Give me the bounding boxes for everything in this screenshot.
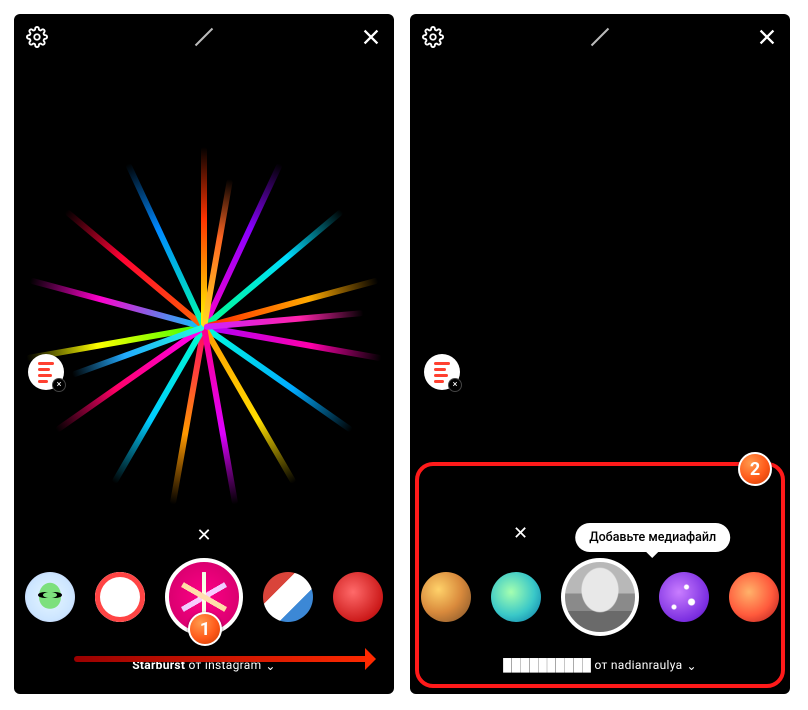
text-sticker-button[interactable]: × xyxy=(28,354,64,390)
effect-attribution[interactable]: ██████████ от nadianraulya⌄ xyxy=(410,658,790,672)
settings-icon[interactable] xyxy=(422,26,444,48)
badge-number: 1 xyxy=(200,619,210,640)
filter-warm-sphere[interactable] xyxy=(421,572,471,622)
attribution-separator: от xyxy=(591,658,611,672)
screenshot-left: × ✕ Starburst от instagram⌄ 1 xyxy=(14,14,394,694)
sticker-remove-icon[interactable]: × xyxy=(448,378,462,392)
effects-carousel[interactable] xyxy=(410,558,790,636)
sticker-remove-icon[interactable]: × xyxy=(52,378,66,392)
filter-orange-red[interactable] xyxy=(729,572,779,622)
tooltip-text: Добавьте медиафайл xyxy=(589,530,716,545)
filter-flag[interactable] xyxy=(263,572,313,622)
chevron-down-icon: ⌄ xyxy=(686,659,696,673)
settings-icon[interactable] xyxy=(26,26,48,48)
close-icon[interactable] xyxy=(360,26,382,48)
close-icon[interactable] xyxy=(756,26,778,48)
text-lines-icon xyxy=(38,362,54,383)
filter-green-blue[interactable] xyxy=(491,572,541,622)
filter-red-glow[interactable] xyxy=(333,572,383,622)
effect-name: ██████████ xyxy=(503,658,591,672)
filter-alien[interactable] xyxy=(25,572,75,622)
shutter-button[interactable] xyxy=(561,558,639,636)
effect-author: nadianraulya xyxy=(611,658,683,672)
screenshots-container: × ✕ Starburst от instagram⌄ 1 xyxy=(0,0,808,708)
filter-purple-hearts[interactable] xyxy=(659,572,709,622)
filter-superzoom[interactable] xyxy=(95,572,145,622)
dismiss-effect-icon[interactable]: ✕ xyxy=(196,525,211,546)
annotation-badge-2: 2 xyxy=(738,452,772,486)
dismiss-effect-icon[interactable]: ✕ xyxy=(513,523,528,544)
annotation-badge-1: 1 xyxy=(188,612,222,646)
text-lines-icon xyxy=(434,362,450,383)
badge-number: 2 xyxy=(750,459,760,480)
text-sticker-button[interactable]: × xyxy=(424,354,460,390)
screenshot-right: × ✕ Добавьте медиафайл ██████████ от nad… xyxy=(410,14,790,694)
add-media-tooltip[interactable]: Добавьте медиафайл xyxy=(575,523,730,552)
annotation-swipe-arrow xyxy=(74,656,374,662)
